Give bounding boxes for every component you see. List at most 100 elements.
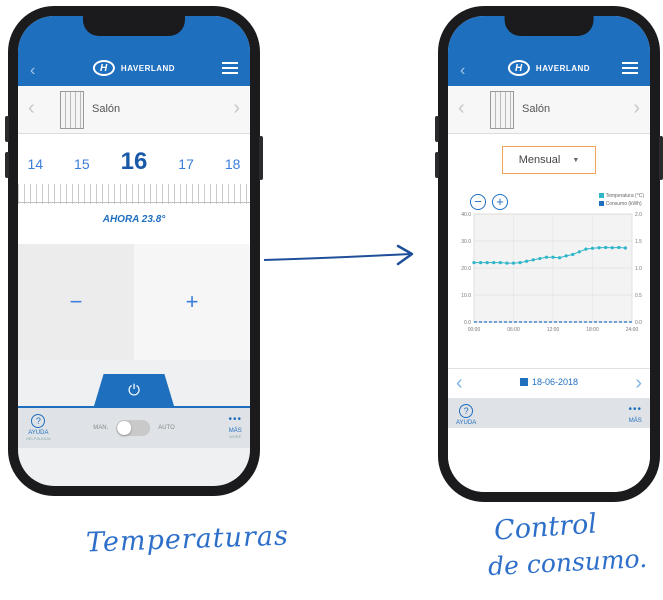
help-button[interactable]: ? AYUDA HELP/AJUDA [26, 414, 51, 441]
chevron-left-icon[interactable]: ‹ [30, 62, 35, 80]
consumption-chart: 0.0 10.0 20.0 30.0 40.0 0.0 0.5 1.0 1.5 2.0 00:00 0… [448, 186, 650, 340]
previous-device-icon[interactable]: ‹ [458, 97, 465, 120]
volume-up-button [435, 116, 439, 142]
mode-toggle[interactable] [116, 420, 151, 436]
temperature-point [544, 255, 549, 259]
x-tick-label: 24:00 [626, 327, 639, 333]
next-device-icon[interactable]: › [233, 97, 240, 120]
manual-label: MAN. [93, 425, 109, 431]
more-sublabel: MORE [229, 434, 242, 439]
notch [82, 16, 186, 36]
y-left-tick-label: 10.0 [461, 293, 471, 299]
legend-swatch [598, 193, 604, 199]
temperature-point [597, 246, 601, 250]
ruler-baseline [18, 202, 250, 203]
temperature-scale: 14 15 16 17 18 [18, 148, 250, 176]
brand-logo: H HAVERLAND [92, 60, 176, 76]
temperature-point [531, 258, 535, 262]
next-date-icon[interactable]: › [635, 372, 642, 395]
date-label: 18-06-2018 [531, 377, 579, 387]
period-select[interactable]: Mensual ▼ [502, 146, 596, 174]
previous-date-icon[interactable]: ‹ [456, 372, 463, 395]
x-tick-label: 00:00 [468, 327, 481, 333]
temperature-point [584, 247, 588, 251]
volume-down-button [435, 152, 439, 178]
legend-temperature: Temperatura (°C) [598, 192, 644, 200]
date-picker[interactable]: 18-06-2018 [519, 377, 579, 387]
temperature-point [538, 256, 542, 261]
screen-right: ‹ H HAVERLAND ‹ Salón › Mensual ▼ 0.0 10.… [448, 16, 650, 492]
bottom-bar: ? AYUDA HELP/AJUDA MAN. AUTO ••• MÁS MOR… [18, 406, 250, 448]
notch [504, 16, 594, 36]
current-setpoint[interactable]: 16 [121, 148, 148, 176]
zoom-in-icon[interactable]: + [492, 194, 508, 210]
device-name: Salón [522, 103, 551, 115]
auto-label: AUTO [158, 425, 175, 431]
temperature-point [617, 245, 621, 250]
current-temperature-label: AHORA 23.8° [102, 214, 166, 225]
screen-left: ‹ H HAVERLAND ‹ Salón › 14 15 16 17 18 A… [18, 16, 250, 486]
temperature-ruler[interactable] [18, 184, 250, 204]
zoom-out-icon[interactable]: − [470, 194, 486, 210]
brand-name: HAVERLAND [120, 63, 176, 73]
temperature-value[interactable]: 15 [74, 156, 90, 172]
y-right-tick-label: 1.5 [635, 239, 642, 245]
brand-logo: H HAVERLAND [507, 60, 591, 76]
arrow-icon [263, 244, 414, 266]
more-icon: ••• [628, 404, 642, 415]
caption-temperatures: Temperaturas [85, 520, 290, 559]
hamburger-menu-icon[interactable] [222, 62, 238, 74]
more-label: MÁS [628, 418, 642, 424]
temperature-point [577, 250, 581, 254]
temperature-point [623, 246, 628, 250]
x-tick-label: 12:00 [547, 327, 560, 333]
period-value: Mensual [518, 154, 561, 166]
previous-device-icon[interactable]: ‹ [28, 97, 35, 120]
caption-control: Control [493, 508, 598, 547]
power-button[interactable]: ⏻ [94, 374, 174, 406]
temperature-value[interactable]: 17 [178, 156, 194, 172]
brand-name: HAVERLAND [535, 63, 591, 73]
next-device-icon[interactable]: › [633, 97, 640, 120]
legend-consumption: Consumo (kWh) [598, 200, 644, 208]
volume-down-button [5, 152, 9, 178]
temperature-point [525, 259, 529, 263]
temperature-point [485, 261, 489, 265]
temperature-point [472, 261, 476, 265]
temperature-value[interactable]: 18 [225, 156, 241, 172]
caption-consumption: de consumo. [487, 543, 648, 582]
temperature-point [505, 261, 509, 265]
consumption-view: Mensual ▼ 0.0 10.0 20.0 30.0 40.0 0.0 0.5 1.0 1.… [448, 134, 650, 492]
bottom-bar: ? AYUDA ••• MÁS [448, 398, 650, 428]
increase-button[interactable]: + [134, 244, 250, 360]
y-right-tick-label: 0.5 [635, 293, 642, 299]
haverland-logo-icon: H [92, 60, 115, 76]
radiator-icon [490, 91, 514, 129]
power-area: ⏻ [18, 370, 250, 406]
help-label: AYUDA [456, 420, 477, 426]
y-right-tick-label: 2.0 [635, 212, 642, 218]
legend-temperature-label: Temperatura (°C) [605, 193, 644, 199]
temperature-point [478, 261, 483, 265]
y-right-tick-label: 1.0 [635, 266, 642, 272]
temperature-point [564, 254, 568, 258]
side-button [259, 136, 263, 180]
chevron-left-icon[interactable]: ‹ [460, 62, 465, 80]
temperature-point [610, 246, 614, 250]
help-button[interactable]: ? AYUDA [456, 404, 476, 426]
phone-left: ‹ H HAVERLAND ‹ Salón › 14 15 16 17 18 A… [5, 6, 263, 496]
hamburger-menu-icon[interactable] [622, 62, 638, 74]
device-selector: ‹ Salón › [18, 86, 250, 134]
more-button[interactable]: ••• MÁS MORE [228, 414, 242, 439]
chevron-down-icon: ▼ [572, 156, 580, 164]
temperature-dial[interactable]: 14 15 16 17 18 AHORA 23.8° [18, 134, 250, 244]
temperature-value[interactable]: 14 [27, 156, 43, 172]
date-navigator: ‹ 18-06-2018 › [448, 368, 650, 398]
temperature-point [492, 261, 496, 265]
more-button[interactable]: ••• MÁS [628, 404, 642, 424]
y-left-tick-label: 40.0 [461, 212, 471, 218]
temperature-point [498, 261, 502, 265]
decrease-button[interactable]: − [18, 244, 134, 360]
legend-consumption-label: Consumo (kWh) [605, 201, 642, 207]
chart-legend: Temperatura (°C) Consumo (kWh) [598, 192, 644, 208]
